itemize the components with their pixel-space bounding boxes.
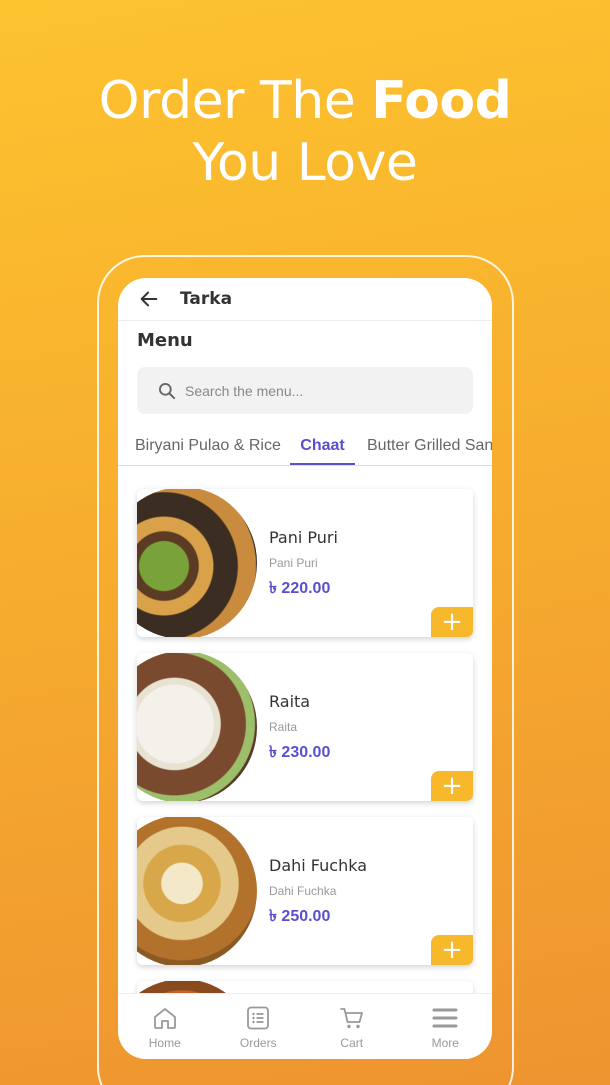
arrow-left-icon[interactable] [138,288,160,310]
menu-item-card[interactable]: Dahi Fuchka Dahi Fuchka ৳ 250.00 + [137,817,473,965]
bottom-navigation: Home Orders Cart More [118,993,492,1059]
nav-home[interactable]: Home [118,994,212,1059]
cart-icon [339,1008,363,1029]
app-screen: Tarka Menu Biryani Pulao & Rice Chaat Bu… [118,278,492,1059]
item-description: Dahi Fuchka [269,884,337,898]
item-description: Pani Puri [269,556,318,570]
nav-cart[interactable]: Cart [305,994,399,1059]
tab-biryani-pulao-rice[interactable]: Biryani Pulao & Rice [135,428,281,465]
menu-icon [432,1008,458,1028]
item-name: Dahi Fuchka [269,856,367,875]
add-to-cart-button[interactable]: + [431,607,473,637]
nav-cart-label: Cart [340,1036,364,1050]
headline-regular-text: Order The [98,71,372,131]
item-price: ৳ 230.00 [269,744,331,761]
nav-orders-label: Orders [239,1036,277,1050]
menu-item-card[interactable]: Raita Raita ৳ 230.00 + [137,653,473,801]
search-icon [159,382,176,399]
item-description: Raita [269,720,298,734]
nav-orders[interactable]: Orders [212,994,306,1059]
pani-puri-image [137,489,259,637]
orders-icon [247,1006,270,1030]
promo-headline: Order The Food You Love [0,70,610,194]
tab-chaat[interactable]: Chaat [290,428,355,465]
search-bar[interactable] [137,367,473,414]
headline-line-2: You Love [192,133,418,193]
headline-line-1: Order The Food [0,70,610,132]
add-to-cart-button[interactable]: + [431,771,473,801]
nav-home-label: Home [148,1036,181,1050]
menu-item-card[interactable]: Pani Puri Pani Puri ৳ 220.00 + [137,489,473,637]
item-price: ৳ 220.00 [269,580,331,597]
home-icon [153,1008,176,1029]
tab-butter-grilled-sandwich[interactable]: Butter Grilled San [367,428,492,465]
search-input[interactable] [185,382,445,399]
nav-more-label: More [431,1036,459,1050]
add-to-cart-button[interactable]: + [431,935,473,965]
raita-image [137,653,259,801]
app-bar: Tarka [118,278,492,321]
restaurant-title: Tarka [180,289,233,309]
headline-bold-text: Food [371,71,512,131]
item-name: Pani Puri [269,528,338,547]
menu-heading: Menu [137,330,193,351]
dahi-fuchka-image [137,817,259,965]
category-tabs: Biryani Pulao & Rice Chaat Butter Grille… [118,428,492,466]
item-name: Raita [269,692,311,711]
nav-more[interactable]: More [399,994,493,1059]
item-price: ৳ 250.00 [269,908,331,925]
